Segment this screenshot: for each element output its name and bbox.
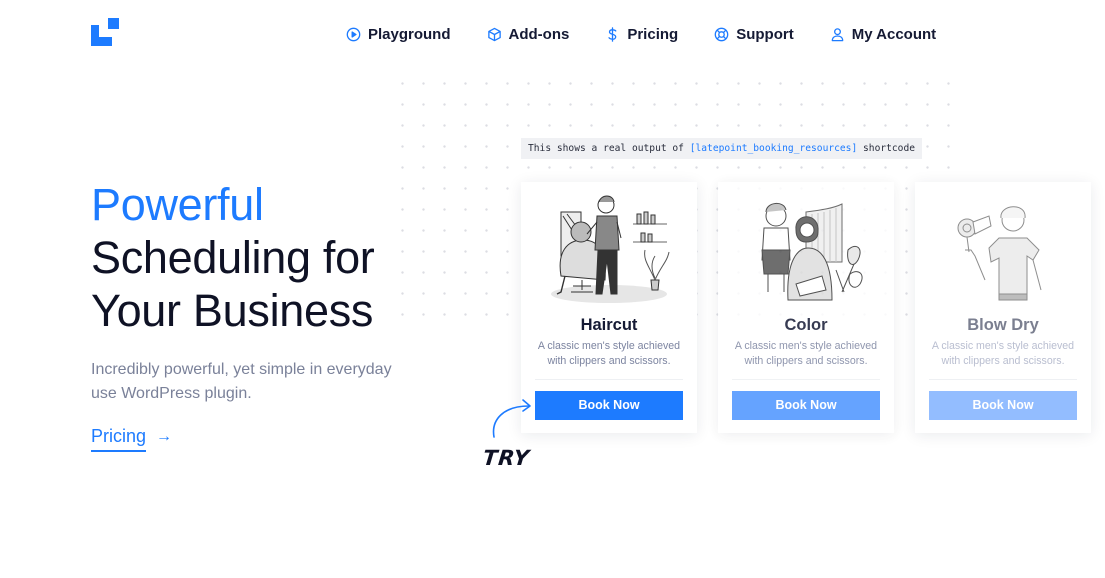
- service-card-blow-dry[interactable]: Blow Dry A classic men's style achieved …: [915, 182, 1091, 433]
- card-divider: [535, 379, 683, 380]
- hero-title-accent: Powerful: [91, 179, 264, 230]
- hero: Powerful Scheduling for Your Business In…: [91, 178, 421, 452]
- hero-title-line: Your Business: [91, 285, 374, 336]
- stylist-illustration: [718, 190, 894, 310]
- pricing-link-label: Pricing: [91, 426, 147, 452]
- play-circle-icon: [346, 27, 361, 42]
- hero-title: Powerful Scheduling for Your Business: [91, 178, 421, 337]
- logo-block-small: [108, 18, 119, 29]
- service-description: A classic men's style achieved with clip…: [537, 340, 681, 367]
- barber-illustration: [521, 190, 697, 310]
- try-label: TRY: [481, 446, 532, 470]
- shortcode-note: This shows a real output of [latepoint_b…: [521, 138, 923, 159]
- blow-dryer-illustration: [915, 190, 1091, 310]
- nav-item-addons[interactable]: Add-ons: [487, 25, 570, 43]
- shortcode-code: [latepoint_booking_resources]: [689, 143, 858, 154]
- service-card-color[interactable]: Color A classic men's style achieved wit…: [718, 182, 894, 433]
- nav-label: Add-ons: [508, 25, 570, 43]
- service-description: A classic men's style achieved with clip…: [931, 340, 1075, 367]
- logo[interactable]: [91, 18, 121, 46]
- nav-item-pricing[interactable]: Pricing: [605, 26, 678, 43]
- service-title: Haircut: [580, 316, 638, 334]
- service-card-haircut[interactable]: Haircut A classic men's style achieved w…: [521, 182, 697, 433]
- user-icon: [830, 27, 845, 42]
- hero-subtitle: Incredibly powerful, yet simple in every…: [91, 361, 392, 402]
- box-icon: [487, 27, 502, 42]
- nav-item-support[interactable]: Support: [714, 26, 794, 43]
- pricing-link[interactable]: Pricing →: [91, 426, 172, 452]
- hero-title-line: Scheduling for: [91, 232, 375, 283]
- book-now-button[interactable]: Book Now: [732, 391, 880, 420]
- book-now-button[interactable]: Book Now: [929, 391, 1077, 420]
- card-divider: [929, 379, 1077, 380]
- nav-label: Playground: [368, 25, 451, 43]
- card-divider: [732, 379, 880, 380]
- book-now-button[interactable]: Book Now: [535, 391, 683, 420]
- arrow-right-icon: →: [156, 428, 173, 445]
- lifebuoy-icon: [714, 27, 729, 42]
- nav-label: Support: [736, 25, 794, 43]
- nav-label: Pricing: [627, 25, 679, 43]
- dollar-icon: [605, 26, 620, 42]
- nav-label: My Account: [851, 25, 937, 43]
- nav-item-playground[interactable]: Playground: [346, 26, 451, 43]
- service-title: Blow Dry: [967, 316, 1039, 334]
- curved-arrow-icon: [492, 399, 531, 438]
- note-suffix: shortcode: [857, 143, 916, 154]
- note-prefix: This shows a real output of: [528, 143, 690, 154]
- nav-item-my-account[interactable]: My Account: [830, 26, 936, 43]
- main-nav: Playground Add-ons Pricing Support My Ac…: [346, 22, 936, 46]
- service-title: Color: [784, 316, 828, 334]
- service-description: A classic men's style achieved with clip…: [734, 340, 878, 367]
